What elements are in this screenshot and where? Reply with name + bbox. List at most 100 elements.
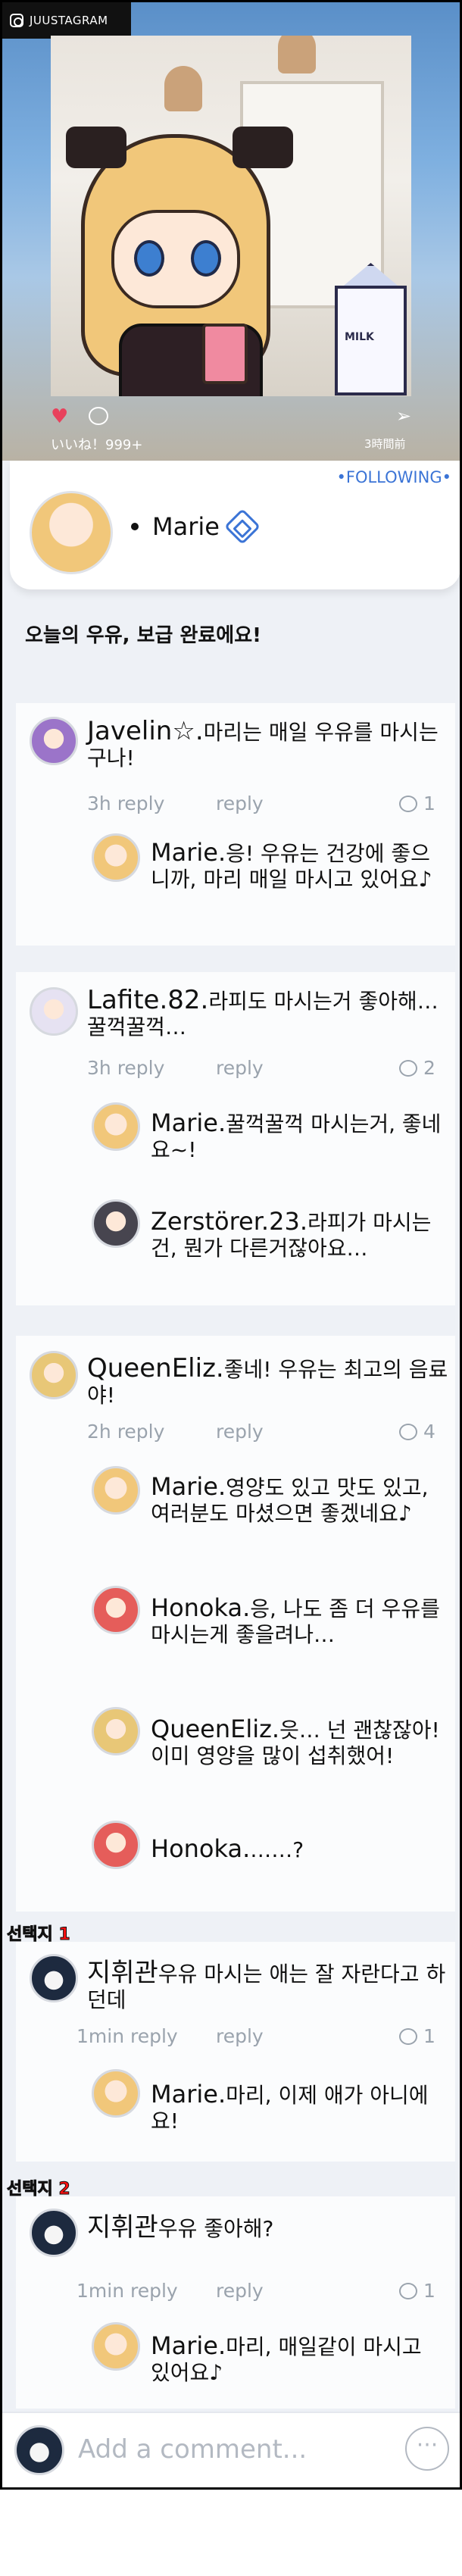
post-actions: ♥ ➢ [51,404,411,427]
reply-button[interactable]: reply [216,2280,264,2302]
verified-icon [223,508,261,546]
reply-button[interactable]: reply [216,1057,264,1079]
comment-input[interactable] [78,2434,381,2465]
post-photo[interactable]: MILK [51,36,411,396]
comment-author[interactable]: 지휘관 [87,2212,158,2243]
post-caption: 오늘의 우유, 보급 완료에요! [25,624,262,647]
comment: 지휘관우유 좋아해? [87,2215,451,2242]
comment-bar: ··· [2,2412,460,2487]
reply-button[interactable]: reply [216,792,264,814]
comment-icon[interactable] [89,407,108,425]
comment-time: 3h reply [87,1057,165,1079]
comment-time: 1min reply [76,2025,178,2047]
comment-thread: Lafite.82.라피도 마시는거 좋아해… 꿀꺽꿀꺽… 3h reply r… [16,972,455,1305]
reply-count: 4 [423,1421,435,1443]
brand-name: JUUSTAGRAM [30,14,108,27]
camera-icon [10,14,23,27]
avatar[interactable] [92,1466,140,1515]
reply-comment: Honoka.응, 나도 좀 더 우유를 마시는게 좋을려나… [151,1595,446,1648]
user-avatar[interactable] [14,2425,64,2475]
comment: 지휘관우유 마시는 애는 잘 자란다고 하던데 [87,1960,451,2013]
comment-time: 1min reply [76,2280,178,2302]
reply-author[interactable]: QueenEliz. [151,1715,279,1743]
comment-thread: QueenEliz.좋네! 우유는 최고의 음료야! 2h reply repl… [16,1336,455,1912]
comment-time: 2h reply [87,1421,165,1443]
character-eye [134,240,164,277]
avatar[interactable] [92,2069,140,2118]
reply-comment: Marie.마리, 매일같이 마시고 있어요♪ [151,2333,446,2386]
like-count: いいね！999+ [51,437,143,453]
reply-comment: Marie.마리, 이제 애가 아니에요! [151,2081,446,2134]
post-time: 3時間前 [364,437,406,451]
reply-icon [399,796,417,812]
heart-icon[interactable]: ♥ [51,407,68,427]
avatar[interactable] [92,833,140,882]
reply-button[interactable]: reply [216,2025,264,2047]
milk-carton-label: MILK [345,331,374,343]
comment: Javelin☆.마리는 매일 우유를 마시는구나! [87,718,443,771]
milk-cup [202,324,248,384]
more-icon[interactable]: ··· [405,2427,449,2471]
reply-author[interactable]: Honoka. [151,1834,250,1863]
character-eye [191,240,221,277]
reply-count: 1 [423,2025,435,2047]
comment-thread: Javelin☆.마리는 매일 우유를 마시는구나! 3h reply repl… [16,703,455,946]
reply-icon [399,2283,417,2299]
comment-time: 3h reply [87,792,165,814]
reply-count: 2 [423,1057,435,1079]
profile-avatar[interactable] [30,491,113,574]
reply-button[interactable]: reply [216,1421,264,1443]
comment: QueenEliz.좋네! 우유는 최고의 음료야! [87,1355,451,1408]
reply-comment: Honoka.……? [151,1836,446,1863]
avatar[interactable] [30,2209,78,2257]
avatar[interactable] [30,1954,78,2002]
status-dot [131,523,139,530]
reply-text: ……? [250,1837,304,1862]
following-badge[interactable]: •FOLLOWING• [336,468,451,486]
avatar[interactable] [92,1199,140,1248]
reply-icon [399,1424,417,1440]
reply-author[interactable]: Honoka. [151,1593,250,1622]
profile-card: •FOLLOWING• Marie [10,461,460,589]
app-brand: JUUSTAGRAM [2,2,131,39]
avatar[interactable] [92,1586,140,1634]
avatar[interactable] [92,1821,140,1869]
comment-author[interactable]: 지휘관 [87,1958,158,1988]
choice-thread[interactable]: 지휘관우유 좋아해? 1min reply reply 1 Marie.마리, … [16,2196,455,2409]
choice-thread[interactable]: 지휘관우유 마시는 애는 잘 자란다고 하던데 1min reply reply… [16,1942,455,2162]
avatar[interactable] [30,1351,78,1399]
send-icon[interactable]: ➢ [396,407,411,425]
reply-comment: Marie.꿀꺽꿀꺽 마시는거, 좋네요~! [151,1110,446,1163]
avatar[interactable] [30,987,78,1036]
reply-count: 1 [423,792,435,814]
reply-author[interactable]: Marie. [151,2331,226,2360]
reply-author[interactable]: Marie. [151,2080,226,2109]
reply-comment: Marie.영양도 있고 맛도 있고, 여러분도 마셨으면 좋겠네요♪ [151,1474,446,1527]
lamp-illustration [278,36,316,73]
reply-comment: QueenEliz.읏… 넌 괜찮잖아! 이미 영양을 많이 섭취했어! [151,1716,446,1769]
hair-bow-right [233,127,293,168]
comment-author[interactable]: QueenEliz. [87,1353,224,1383]
reply-icon [399,1060,417,1077]
avatar[interactable] [92,1102,140,1151]
avatar[interactable] [92,1707,140,1755]
reply-author[interactable]: Zerstörer.23. [151,1207,307,1236]
reply-author[interactable]: Marie. [151,838,226,867]
lamp-illustration [164,66,202,111]
comment-text: 우유 좋아해? [158,2216,274,2241]
profile-name[interactable]: Marie [152,512,220,541]
comment-author[interactable]: Javelin☆. [87,716,204,746]
reply-count: 1 [423,2280,435,2302]
reply-author[interactable]: Marie. [151,1472,226,1501]
avatar[interactable] [30,717,78,765]
reply-comment: Zerstörer.23.라피가 마시는 건, 뭔가 다른거잖아요… [151,1208,446,1261]
reply-icon [399,2028,417,2045]
comment-author[interactable]: Lafite.82. [87,985,208,1015]
hair-bow-left [66,127,126,168]
avatar[interactable] [92,2322,140,2371]
reply-author[interactable]: Marie. [151,1108,226,1137]
post-header: JUUSTAGRAM MILK ♥ ➢ いいね！999+ 3時間前 [2,2,460,461]
comment: Lafite.82.라피도 마시는거 좋아해… 꿀꺽꿀꺽… [87,987,443,1040]
app-frame: JUUSTAGRAM MILK ♥ ➢ いいね！999+ 3時間前 •FOLLO… [0,0,462,2490]
reply-comment: Marie.응! 우유는 건강에 좋으니까, 마리 매일 마시고 있어요♪ [151,839,446,893]
